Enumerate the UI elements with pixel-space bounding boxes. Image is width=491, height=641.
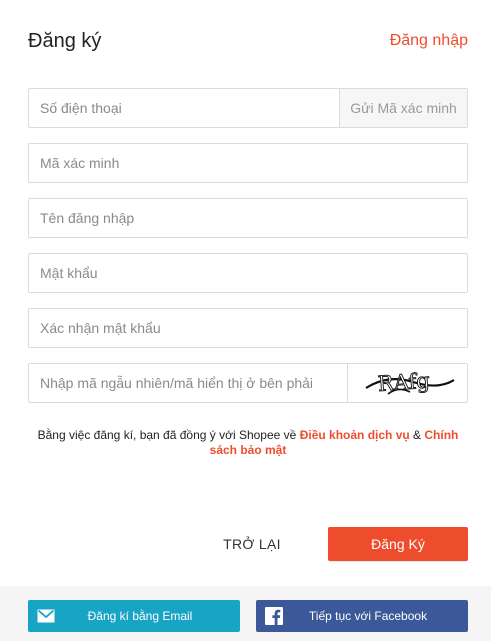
confirm-password-input[interactable] [29,309,467,347]
confirm-password-field [28,308,468,348]
facebook-icon [260,600,288,632]
terms-of-service-link[interactable]: Điều khoản dịch vụ [300,428,410,442]
verification-code-input[interactable] [29,144,467,182]
username-input[interactable] [29,199,467,237]
terms-joiner: & [409,428,425,442]
send-code-button[interactable]: Gửi Mã xác minh [339,89,467,127]
facebook-login-button[interactable]: Tiếp tục với Facebook [256,600,468,632]
page-title: Đăng ký [28,29,102,52]
email-signup-button[interactable]: Đăng kí bằng Email [28,600,240,632]
back-button[interactable]: TRỞ LẠI [204,527,300,561]
verification-code-field [28,143,468,183]
password-input[interactable] [29,254,467,292]
form-header: Đăng ký Đăng nhập [28,26,468,56]
register-button[interactable]: Đăng Ký [328,527,468,561]
phone-field: Gửi Mã xác minh [28,88,468,128]
form-actions: TRỞ LẠI Đăng Ký [0,527,491,561]
captcha-text: RAfg [377,369,430,397]
captcha-input[interactable] [29,364,347,402]
envelope-icon [32,600,60,632]
login-link[interactable]: Đăng nhập [390,32,468,50]
captcha-field: RAfg [28,363,468,403]
terms-prefix: Bằng việc đăng kí, bạn đã đồng ý với Sho… [37,428,300,442]
social-login-bar: Đăng kí bằng Email Tiếp tục với Facebook [0,586,491,641]
captcha-image[interactable]: RAfg [347,364,467,402]
facebook-login-label: Tiếp tục với Facebook [308,609,428,623]
password-field [28,253,468,293]
email-signup-label: Đăng kí bằng Email [87,609,193,623]
terms-text: Bằng việc đăng kí, bạn đã đồng ý với Sho… [28,428,468,458]
captcha-graphic: RAfg [364,368,455,397]
username-field [28,198,468,238]
phone-input[interactable] [29,89,339,127]
